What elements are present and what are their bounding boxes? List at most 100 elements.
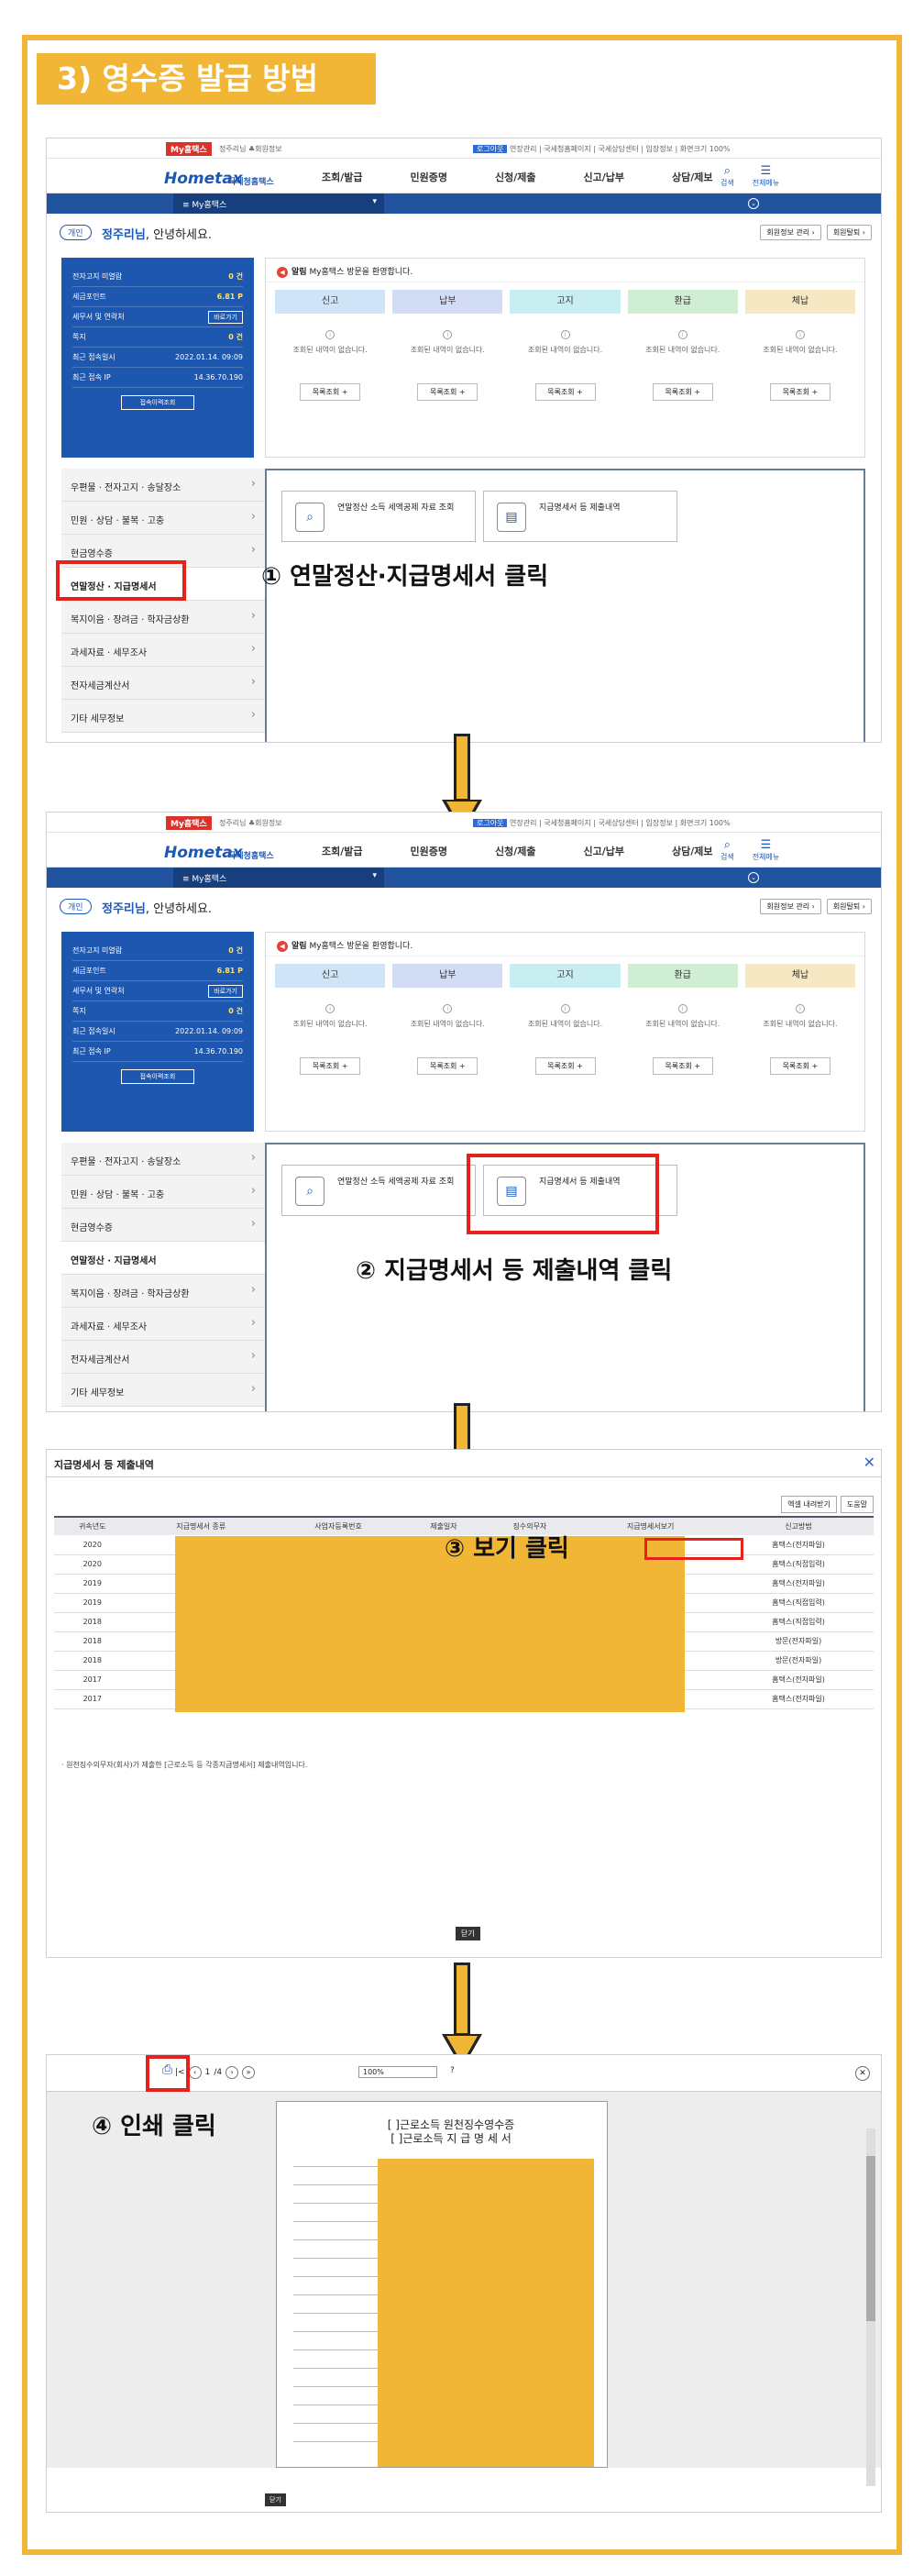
search-button[interactable]: ⌕ 검색 (720, 164, 734, 188)
list-button[interactable]: 목록조회 + (534, 1057, 596, 1075)
shortcut-button[interactable]: 바로가기 (208, 310, 243, 324)
menu-inquiry[interactable]: 조회/발급 (322, 170, 363, 184)
top-utility-links[interactable]: 로그아웃 연장관리 | 국세청홈페이지 | 국세상담센터 | 입장정보 | 화면… (473, 144, 731, 154)
withdraw-button[interactable]: 회원탈퇴 › (826, 899, 872, 914)
main-menu: 조회/발급 민원증명 신청/제출 신고/납부 상담/제보 (322, 170, 712, 184)
chevron-down-icon[interactable]: ⌄ (748, 872, 759, 883)
hometax-logo[interactable]: Hometax 국세청홈택스 (164, 162, 292, 190)
info-icon: i (325, 330, 336, 339)
redaction-mask (378, 2159, 594, 2467)
menu-consult[interactable]: 상담/제보 (672, 170, 713, 184)
list-button[interactable]: 목록조회 + (652, 1057, 713, 1075)
page-count: /4 (214, 2068, 223, 2077)
callout-step2: ② 지급명세서 등 제출내역 클릭 (356, 1257, 673, 1285)
close-button[interactable]: 닫기 (456, 1927, 480, 1940)
menu-certificate[interactable]: 민원증명 (411, 170, 447, 184)
sidebar-item-cash-receipt[interactable]: 현금영수증 (61, 1209, 265, 1242)
sidebar-item-mail[interactable]: 우편물 · 전자고지 · 송달장소 (61, 469, 265, 502)
user-summary-panel: 전자고지 미열람 0 건 세금포인트 6.81 P 세무서 및 연락처 바로가기 쪽지… (61, 258, 254, 458)
help-button[interactable]: 도움말 (840, 1496, 874, 1513)
menu-report[interactable]: 신고/납부 (583, 170, 624, 184)
viewer-close-button[interactable]: 닫기 (265, 2493, 286, 2506)
list-button[interactable]: 목록조회 + (652, 383, 713, 401)
myhometax-badge[interactable]: My홈택스 (166, 816, 212, 830)
list-button[interactable]: 목록조회 + (769, 1057, 830, 1075)
myhometax-select[interactable]: ≡ My홈택스 ▾ (173, 868, 384, 888)
doc-title-1: [ ]근로소득 원천징수영수증 (387, 2118, 515, 2131)
sidebar-item-welfare[interactable]: 복지이음 · 장려금 · 학자금상환 (61, 1275, 265, 1308)
help-icon[interactable]: ? (450, 2066, 455, 2075)
list-button[interactable]: 목록조회 + (300, 383, 361, 401)
last-page-icon[interactable]: » (242, 2066, 256, 2079)
viewer-scrollbar[interactable] (866, 2128, 875, 2486)
sidebar-item-etc[interactable]: 기타 세무정보 (61, 1374, 265, 1407)
sidebar-item-e-invoice[interactable]: 전자세금계산서 (61, 667, 265, 700)
hometax-screen-1: My홈택스 정주리님 ♣회원정보 로그아웃 연장관리 | 국세청홈페이지 | 국… (46, 138, 882, 743)
list-button[interactable]: 목록조회 + (769, 383, 830, 401)
top-utility-links[interactable]: 로그아웃 연장관리 | 국세청홈페이지 | 국세상담센터 | 입장정보 | 화면… (473, 818, 731, 828)
list-button[interactable]: 목록조회 + (300, 1057, 361, 1075)
info-icon: i (443, 1004, 453, 1013)
top-links[interactable]: 정주리님 ♣회원정보 (219, 144, 282, 154)
menu-consult[interactable]: 상담/제보 (672, 844, 713, 858)
list-button[interactable]: 목록조회 + (417, 1057, 478, 1075)
top-links[interactable]: 정주리님 ♣회원정보 (219, 818, 282, 828)
callout-step3: ③ 보기 클릭 (445, 1535, 569, 1563)
member-info-button[interactable]: 회원정보 관리 › (760, 899, 821, 914)
menu-application[interactable]: 신청/제출 (495, 170, 536, 184)
sidebar-item-tax-data[interactable]: 과세자료 · 세무조사 (61, 634, 265, 667)
sidebar-item-welfare[interactable]: 복지이음 · 장려금 · 학자금상환 (61, 601, 265, 634)
myhometax-badge[interactable]: My홈택스 (166, 142, 212, 156)
access-history-button[interactable]: 접속이력조회 (121, 1069, 194, 1084)
close-icon[interactable]: ✕ (864, 1454, 875, 1471)
document-viewport: [ ]근로소득 원천징수영수증[ ]근로소득 지 급 명 세 서 (47, 2092, 881, 2486)
sidebar-item-year-end[interactable]: 연말정산 · 지급명세서 (61, 1242, 265, 1275)
magnifier-doc-icon: ⌕ (295, 1177, 324, 1206)
excel-download-button[interactable]: 엑셀 내려받기 (781, 1496, 837, 1513)
withdraw-button[interactable]: 회원탈퇴 › (826, 225, 872, 240)
full-menu-button[interactable]: ☰ 전체메뉴 (753, 164, 779, 188)
close-icon[interactable]: ✕ (855, 2066, 870, 2081)
myhometax-select[interactable]: ≡ My홈택스 ▾ (173, 193, 384, 214)
user-type-pill: 개인 (60, 899, 92, 914)
search-button[interactable]: ⌕ 검색 (720, 838, 734, 862)
member-info-button[interactable]: 회원정보 관리 › (760, 225, 821, 240)
menu-certificate[interactable]: 민원증명 (411, 844, 447, 858)
caret-down-icon: ▾ (372, 871, 377, 880)
menu-application[interactable]: 신청/제출 (495, 844, 536, 858)
list-button[interactable]: 목록조회 + (534, 383, 596, 401)
hometax-screen-2: My홈택스 정주리님 ♣회원정보 로그아웃 연장관리 | 국세청홈페이지 | 국… (46, 812, 882, 1412)
highlight-step3 (644, 1538, 743, 1560)
sidebar-item-civil[interactable]: 민원 · 상담 · 불복 · 고충 (61, 1176, 265, 1209)
shortcut-button[interactable]: 바로가기 (208, 984, 243, 998)
prev-page-icon[interactable]: ‹ (188, 2066, 202, 2079)
next-page-icon[interactable]: › (226, 2066, 239, 2079)
menu-inquiry[interactable]: 조회/발급 (322, 844, 363, 858)
dialog-title: 지급명세서 등 제출내역 (54, 1459, 154, 1471)
year-end-deduction-button[interactable]: ⌕ 연말정산 소득 세액공제 자료 조회 (281, 491, 476, 542)
info-icon: i (795, 1004, 805, 1013)
caret-down-icon: ▾ (372, 197, 377, 206)
notice-col-refund: 환급 i 조회된 내역이 없습니다. 목록조회 + (627, 290, 738, 401)
user-summary-panel: 전자고지 미열람 0 건 세금포인트 6.81 P 세무서 및 연락처 바로가기 쪽지… (61, 932, 254, 1132)
sidebar-item-tax-data[interactable]: 과세자료 · 세무조사 (61, 1308, 265, 1341)
zoom-select[interactable]: 100% (358, 2066, 437, 2078)
chevron-down-icon[interactable]: ⌄ (748, 198, 759, 209)
magnifier-doc-icon: ⌕ (295, 503, 324, 532)
sidebar-item-mail[interactable]: 우편물 · 전자고지 · 송달장소 (61, 1143, 265, 1176)
sidebar-item-e-invoice[interactable]: 전자세금계산서 (61, 1341, 265, 1374)
submission-history-button[interactable]: ▤ 지급명세서 등 제출내역 (483, 491, 677, 542)
sidebar-item-civil[interactable]: 민원 · 상담 · 불복 · 고충 (61, 502, 265, 535)
menu-report[interactable]: 신고/납부 (583, 844, 624, 858)
sidebar-item-etc[interactable]: 기타 세무정보 (61, 700, 265, 733)
year-end-deduction-button[interactable]: ⌕ 연말정산 소득 세액공제 자료 조회 (281, 1165, 476, 1216)
access-history-button[interactable]: 접속이력조회 (121, 395, 194, 410)
info-icon: i (677, 1004, 688, 1013)
page-number[interactable]: 1 (205, 2068, 211, 2077)
full-menu-button[interactable]: ☰ 전체메뉴 (753, 838, 779, 862)
list-button[interactable]: 목록조회 + (417, 383, 478, 401)
greeting: 정주리님, 안녕하세요. (102, 228, 213, 242)
highlight-step4 (146, 2055, 190, 2092)
content-area: ⌕ 연말정산 소득 세액공제 자료 조회 ▤ 지급명세서 등 제출내역 (265, 469, 865, 742)
hometax-logo[interactable]: Hometax 국세청홈택스 (164, 836, 292, 864)
